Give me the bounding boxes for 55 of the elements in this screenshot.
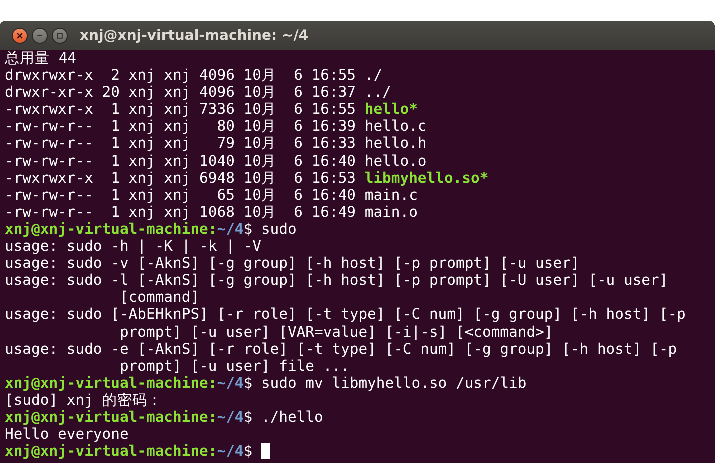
- prompt-colon: :: [208, 374, 218, 392]
- file-info: -rwxrwxr-x 1 xnj xnj 7336 10月 6 16:55: [5, 101, 356, 118]
- output-line: prompt] [-u user] file ...: [118, 358, 351, 375]
- file-name: main.o: [364, 204, 418, 221]
- output-line: [command]: [118, 289, 201, 306]
- file-name: ../: [364, 84, 392, 102]
- output-line: Hello everyone: [5, 426, 130, 444]
- output-line: [sudo] xnj 的密码：: [5, 392, 164, 409]
- output-line: usage: sudo -l [-AknS] [-g group] [-h host] [-p prompt] [-U user] [-u user]: [5, 272, 670, 290]
- prompt-symbol: $: [244, 408, 253, 426]
- prompt-path: ~/4: [217, 408, 244, 426]
- file-info: drwxrwxr-x 2 xnj xnj 4096 10月 6 16:55: [5, 67, 356, 84]
- maximize-button[interactable]: [52, 28, 68, 44]
- file-info: -rw-rw-r-- 1 xnj xnj 79 10月 6 16:33: [5, 135, 356, 152]
- output-line: usage: sudo -e [-AknS] [-r role] [-t type] [-C num] [-g group] [-h host] [-p: [5, 340, 678, 358]
- prompt-path: ~/4: [217, 443, 244, 460]
- prompt-user-host: xnj@xnj-virtual-machine: [5, 374, 208, 392]
- window-title: xnj@xnj-virtual-machine: ~/4: [80, 28, 309, 44]
- prompt-user-host: xnj@xnj-virtual-machine: [5, 408, 208, 426]
- file-name: hello*: [364, 101, 418, 118]
- close-icon: [16, 32, 24, 40]
- prompt-symbol: $: [244, 220, 253, 238]
- file-info: -rw-rw-r-- 1 xnj xnj 80 10月 6 16:39: [5, 118, 356, 136]
- file-name: main.c: [364, 186, 418, 204]
- file-info: drwxr-xr-x 20 xnj xnj 4096 10月 6 16:37: [5, 84, 356, 102]
- file-name: ./: [364, 67, 383, 84]
- output-line: 总用量 44: [5, 50, 78, 68]
- file-name: hello.h: [364, 135, 427, 152]
- file-name: hello.c: [364, 118, 427, 136]
- file-info: -rw-rw-r-- 1 xnj xnj 1068 10月 6 16:49: [5, 204, 356, 221]
- file-info: -rw-rw-r-- 1 xnj xnj 65 10月 6 16:40: [5, 186, 356, 204]
- command-text: sudo mv libmyhello.so /usr/lib: [260, 374, 527, 392]
- output-line: usage: sudo [-AbEHknPS] [-r role] [-t type] [-C num] [-g group] [-h host] [-p: [5, 306, 687, 324]
- prompt-colon: :: [208, 408, 218, 426]
- command-text: sudo: [260, 220, 297, 238]
- prompt-symbol: $: [244, 443, 253, 460]
- file-info: -rw-rw-r-- 1 xnj xnj 1040 10月 6 16:40: [5, 152, 356, 170]
- minimize-button[interactable]: [32, 28, 48, 44]
- prompt-user-host: xnj@xnj-virtual-machine: [5, 220, 208, 238]
- prompt-path: ~/4: [217, 220, 244, 238]
- prompt-path: ~/4: [217, 374, 244, 392]
- file-name: hello.o: [364, 152, 427, 170]
- prompt-user-host: xnj@xnj-virtual-machine: [5, 443, 208, 460]
- prompt-colon: :: [208, 443, 218, 460]
- file-info: -rwxrwxr-x 1 xnj xnj 6948 10月 6 16:53: [5, 170, 356, 187]
- prompt-colon: :: [208, 220, 218, 238]
- file-name: libmyhello.so*: [364, 170, 489, 187]
- prompt-symbol: $: [244, 374, 253, 392]
- text-cursor: [261, 443, 270, 460]
- close-button[interactable]: [12, 28, 28, 44]
- command-text: ./hello: [260, 408, 324, 426]
- output-line: usage: sudo -v [-AknS] [-g group] [-h host] [-p prompt] [-u user]: [5, 255, 581, 272]
- maximize-icon: [56, 32, 64, 40]
- output-line: usage: sudo -h | -K | -k | -V: [5, 238, 262, 256]
- output-line: prompt] [-u user] [VAR=value] [-i|-s] [<command>]: [118, 324, 554, 341]
